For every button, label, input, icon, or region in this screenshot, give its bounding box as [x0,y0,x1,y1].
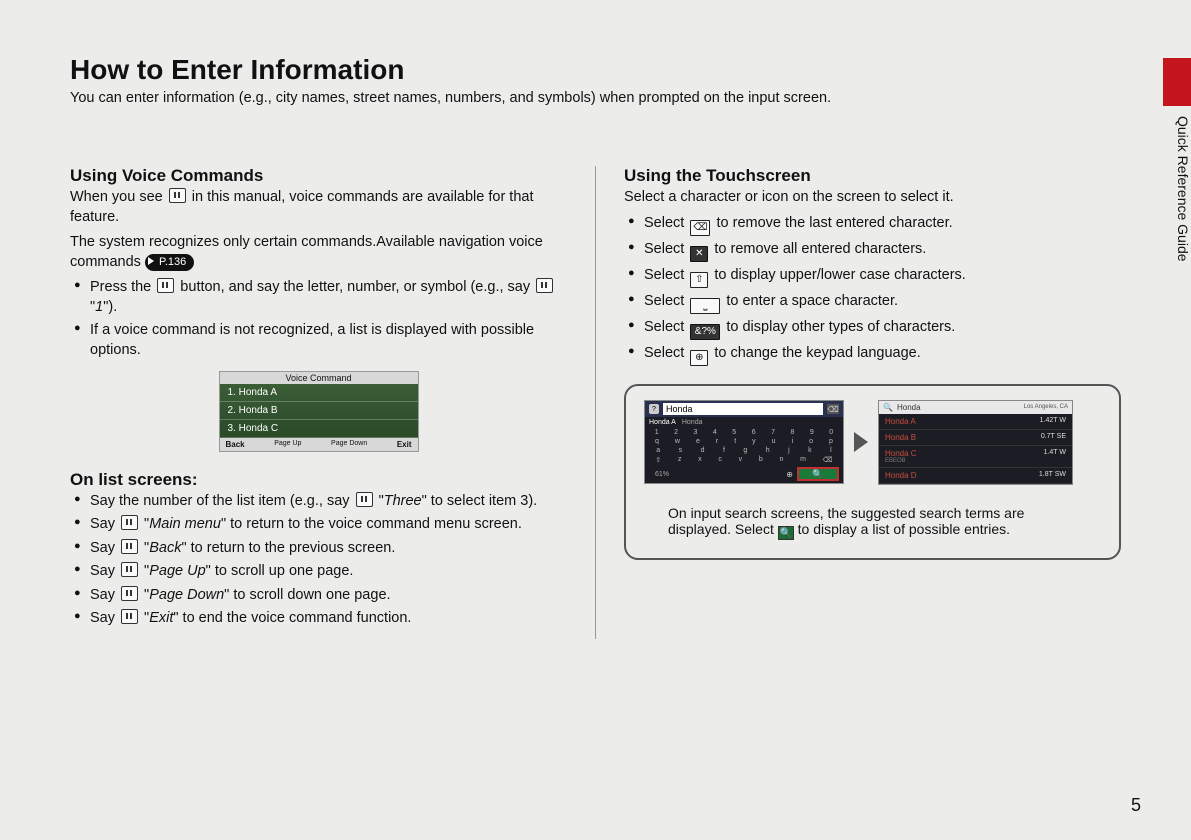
voice-bullet-2: If a voice command is not recognized, a … [74,321,567,360]
clear-all-icon: ✕ [690,246,708,262]
search-icon: 🔍 [778,526,794,540]
list-bullet-6: Say "Exit" to end the voice command func… [74,609,567,629]
arrow-right-icon [854,432,868,452]
list-bullet-4: Say "Page Up" to scroll up one page. [74,562,567,582]
mini-search-button: 🔍 [797,467,839,481]
search-icon: 🔍 [883,403,893,412]
vc-exit: Exit [397,440,412,449]
mini-location: Los Angeles, CA [1024,404,1068,410]
voice-bullet-1: Press the button, and say the letter, nu… [74,278,567,317]
side-tab-marker [1163,58,1191,106]
mini-input: Honda [663,403,823,415]
touch-bullet-5: Select &?% to display other types of cha… [628,318,1121,340]
mini-tab-a: Honda A [649,419,676,426]
list-bullet-5: Say "Page Down" to scroll down one page. [74,586,567,606]
mini-globe-icon: ⊕ [786,470,793,479]
list-bullet-2: Say "Main menu" to return to the voice c… [74,515,567,535]
page-ref-link[interactable]: P.136 [145,254,194,271]
space-icon: ⎵ [690,298,720,314]
mini-tab-b: Honda [682,419,703,426]
column-divider [595,166,596,639]
clear-icon: ⌫ [827,404,839,414]
voice-icon [121,539,138,554]
page-number: 5 [1131,795,1141,816]
list-bullet-3: Say "Back" to return to the previous scr… [74,539,567,559]
vc-back: Back [226,440,245,449]
vc-option-3: 3. Honda C [220,420,418,438]
note-text: On input search screens, the suggested s… [644,505,1101,541]
voice-icon [157,278,174,293]
page-intro: You can enter information (e.g., city na… [70,90,1121,106]
mini-pct: 61% [655,471,669,478]
globe-icon: ⊕ [690,350,708,366]
touch-bullet-2: Select ✕ to remove all entered character… [628,240,1121,262]
voice-icon [121,586,138,601]
voice-icon [169,188,186,203]
shift-icon: ⇧ [690,272,708,288]
side-tab-label: Quick Reference Guide [1163,112,1191,312]
vc-header: Voice Command [220,372,418,384]
vc-option-1: 1. Honda A [220,384,418,402]
voice-icon [121,562,138,577]
help-icon: ? [649,404,659,414]
note-box: ? Honda ⌫ Honda A Honda 1234567890 qwert… [624,384,1121,561]
touch-bullet-6: Select ⊕ to change the keypad language. [628,344,1121,366]
touch-bullet-1: Select ⌫ to remove the last entered char… [628,214,1121,236]
voice-heading: Using Voice Commands [70,166,567,186]
vc-pageup: Page Up [274,440,301,449]
list-bullet-1: Say the number of the list item (e.g., s… [74,492,567,512]
symbols-icon: &?% [690,324,720,340]
voice-icon [121,609,138,624]
voice-icon [356,492,373,507]
voice-icon [121,515,138,530]
vc-option-2: 2. Honda B [220,402,418,420]
list-heading: On list screens: [70,470,567,490]
voice-icon [536,278,553,293]
voice-p1: When you see in this manual, voice comma… [70,188,567,227]
delete-char-icon: ⌫ [690,220,710,236]
page-title: How to Enter Information [70,54,1121,86]
mini-input-2: Honda [897,403,921,412]
touch-bullet-3: Select ⇧ to display upper/lower case cha… [628,266,1121,288]
keyboard-screenshot: ? Honda ⌫ Honda A Honda 1234567890 qwert… [644,400,844,484]
voice-command-screenshot: Voice Command 1. Honda A 2. Honda B 3. H… [219,371,419,452]
touch-bullet-4: Select ⎵ to enter a space character. [628,292,1121,314]
touch-heading: Using the Touchscreen [624,166,1121,186]
vc-pagedown: Page Down [331,440,367,449]
touch-intro: Select a character or icon on the screen… [624,188,1121,208]
results-screenshot: 🔍 Honda Los Angeles, CA Honda A1.42T W H… [878,400,1073,485]
voice-p2: The system recognizes only certain comma… [70,233,567,272]
